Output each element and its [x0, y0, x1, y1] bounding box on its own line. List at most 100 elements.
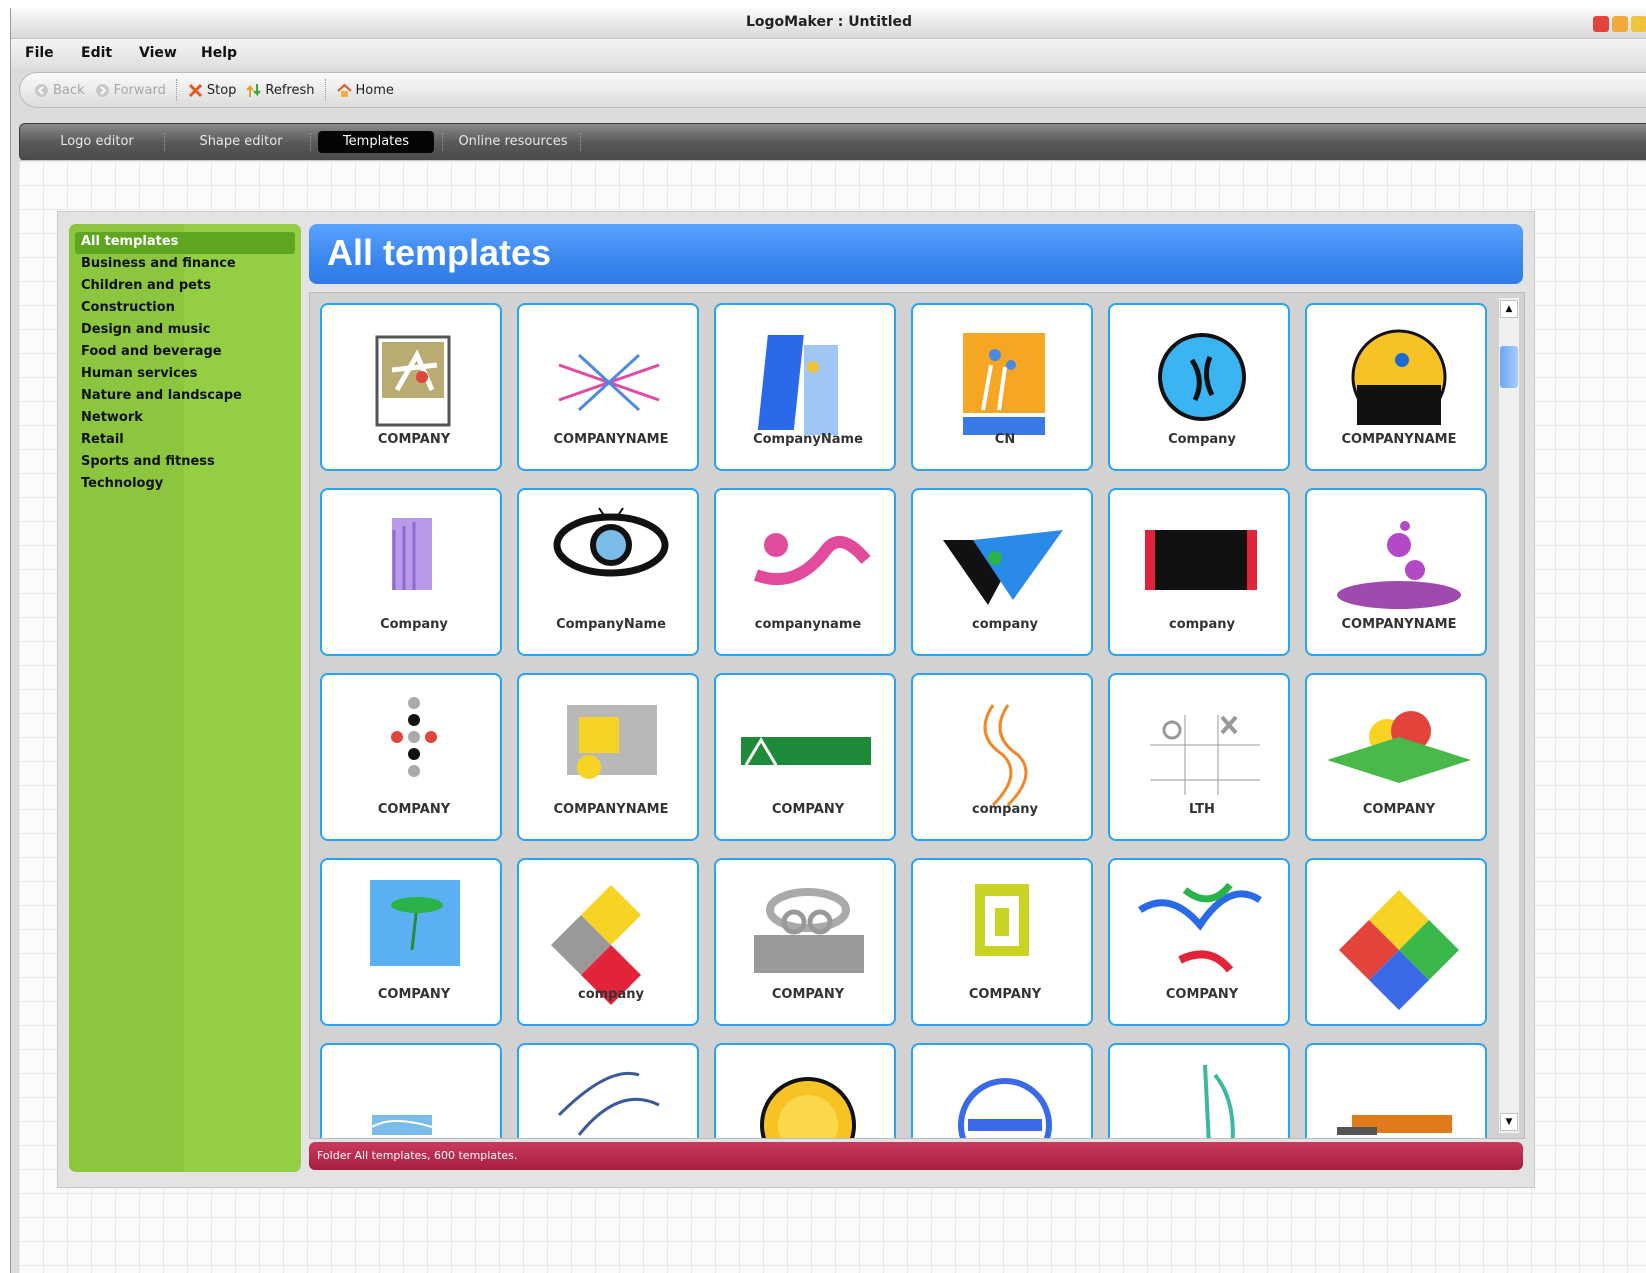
minimize-window-button[interactable] — [1612, 16, 1628, 32]
toolbar-separator — [324, 79, 327, 101]
forward-label: Forward — [113, 82, 166, 98]
template-company-text: CN — [995, 432, 1015, 447]
window-controls — [1593, 16, 1646, 32]
forward-button[interactable]: Forward — [95, 83, 166, 98]
dot-cross-logo: COMPANY — [378, 697, 451, 817]
template-thumbnail[interactable]: CompanyName — [714, 303, 896, 471]
template-thumbnail[interactable]: company — [517, 858, 699, 1026]
orange-tag-logo: CompanyName — [1337, 1115, 1452, 1135]
scroll-up-arrow-icon[interactable]: ▲ — [1500, 300, 1518, 318]
refresh-arrows-icon — [246, 83, 262, 98]
sidebar-item-technology[interactable]: Technology — [75, 474, 295, 496]
template-thumbnail[interactable]: company — [911, 673, 1093, 841]
template-thumbnail[interactable]: COMPANYNAME — [1305, 303, 1487, 471]
tab-separator — [442, 133, 443, 151]
fruit-logo: COMPANY — [1327, 711, 1471, 817]
sidebar-item-children-and-pets[interactable]: Children and pets — [75, 276, 295, 298]
template-thumbnail[interactable]: companyname — [714, 488, 896, 656]
forward-arrow-icon — [95, 83, 110, 98]
maximize-window-button[interactable] — [1631, 16, 1646, 32]
refresh-button[interactable]: Refresh — [246, 83, 315, 98]
template-thumbnail[interactable]: LTH — [1108, 673, 1290, 841]
template-company-text: Company — [380, 617, 448, 632]
template-thumbnail[interactable]: COMPANYNAME — [517, 303, 699, 471]
template-thumbnail[interactable]: company — [911, 488, 1093, 656]
runner-logo: COMPANYNAME — [557, 1071, 660, 1136]
scrollbar-thumb[interactable] — [1500, 346, 1518, 388]
template-thumbnail[interactable] — [1305, 858, 1487, 1026]
sidebar-item-food-and-beverage[interactable]: Food and beverage — [75, 342, 295, 364]
template-grid: COMPANY COMPANYNAME CompanyName CN Company CO… — [309, 292, 1525, 1139]
template-thumbnail[interactable]: Company — [320, 488, 502, 656]
sidebar-item-business-and-finance[interactable]: Business and finance — [75, 254, 295, 276]
template-thumbnail[interactable]: COMPANY — [320, 673, 502, 841]
template-thumbnail[interactable]: COMPANYNAME — [517, 1043, 699, 1138]
template-company-text: COMPANY — [772, 987, 845, 1002]
template-thumbnail[interactable]: COMPANYNAME — [517, 673, 699, 841]
tab-logo-editor[interactable]: Logo editor — [42, 131, 152, 153]
template-thumbnail[interactable]: CompanyName — [517, 488, 699, 656]
template-company-text: company — [972, 802, 1039, 817]
color-squares-logo — [1339, 890, 1459, 1010]
gallery-heading: All templates — [327, 232, 552, 273]
template-grid-scrollbar[interactable]: ▲ ▼ — [1498, 298, 1519, 1133]
template-thumbnail[interactable]: COMPANY — [714, 673, 896, 841]
sidebar-item-all-templates[interactable]: All templates — [75, 232, 295, 254]
back-button[interactable]: Back — [34, 83, 85, 98]
template-thumbnail[interactable]: COMPANY — [911, 858, 1093, 1026]
app-window: LogoMaker : Untitled File Edit View Help… — [10, 8, 1646, 1273]
home-label: Home — [355, 82, 394, 98]
template-thumbnail[interactable] — [714, 1043, 896, 1138]
template-thumbnail[interactable]: CompanyName — [1305, 1043, 1487, 1138]
stamp-logo: COMPANY — [958, 1078, 1052, 1138]
menu-bar: File Edit View Help — [11, 39, 1646, 68]
scribble-logo: COMPANY — [1138, 882, 1262, 1002]
blue-circle-logo: Company — [1158, 333, 1246, 447]
stop-button[interactable]: Stop — [188, 83, 236, 98]
sidebar-item-design-and-music[interactable]: Design and music — [75, 320, 295, 342]
template-company-text: COMPANYNAME — [1342, 432, 1457, 447]
sidebar-item-sports-and-fitness[interactable]: Sports and fitness — [75, 452, 295, 474]
template-thumbnail[interactable]: company — [1108, 488, 1290, 656]
template-thumbnail[interactable]: COMPANY — [320, 303, 502, 471]
template-thumbnail[interactable]: COMPANY — [320, 1043, 502, 1138]
menu-view[interactable]: View — [139, 45, 177, 61]
tab-shape-editor[interactable]: Shape editor — [176, 131, 306, 153]
status-text: Folder All templates, 600 templates. — [317, 1149, 518, 1162]
template-thumbnail[interactable]: COMPANY — [320, 858, 502, 1026]
tab-online-resources[interactable]: Online resources — [448, 131, 578, 153]
template-thumbnail[interactable]: Company — [1108, 303, 1290, 471]
template-company-text: COMPANY — [1363, 802, 1436, 817]
tab-templates[interactable]: Templates — [318, 131, 434, 153]
home-button[interactable]: Home — [336, 82, 394, 98]
purple-bubbles-logo: COMPANYNAME — [1337, 521, 1461, 632]
template-thumbnail[interactable]: COMPANY — [1108, 858, 1290, 1026]
menu-file[interactable]: File — [25, 45, 54, 61]
sidebar-item-nature-and-landscape[interactable]: Nature and landscape — [75, 386, 295, 408]
template-thumbnail[interactable]: CN — [911, 303, 1093, 471]
sidebar-item-human-services[interactable]: Human services — [75, 364, 295, 386]
template-thumbnail[interactable]: COMPANY — [1305, 673, 1487, 841]
close-window-button[interactable] — [1593, 16, 1609, 32]
template-thumbnail[interactable]: COMPANYNAME — [1305, 488, 1487, 656]
menu-edit[interactable]: Edit — [81, 45, 112, 61]
template-thumbnail[interactable]: COMPANYNAME — [1108, 1043, 1290, 1138]
tab-separator — [310, 133, 311, 151]
yellow-circle-logo: COMPANYNAME — [1342, 329, 1457, 447]
template-thumbnail[interactable]: COMPANY — [714, 858, 896, 1026]
menu-help[interactable]: Help — [201, 45, 237, 61]
orange-cn-logo: CN — [963, 333, 1045, 447]
sidebar-item-construction[interactable]: Construction — [75, 298, 295, 320]
sidebar-item-retail[interactable]: Retail — [75, 430, 295, 452]
tab-separator — [164, 133, 165, 151]
star-wordmark-logo: COMPANYNAME — [554, 353, 668, 447]
category-sidebar: All templates Business and finance Child… — [69, 224, 301, 1172]
scroll-down-arrow-icon[interactable]: ▼ — [1500, 1113, 1518, 1131]
sidebar-item-network[interactable]: Network — [75, 408, 295, 430]
stop-icon — [188, 83, 203, 98]
template-thumbnail[interactable]: COMPANY — [911, 1043, 1093, 1138]
template-company-text: COMPANY — [378, 987, 451, 1002]
sun-logo — [760, 1077, 856, 1138]
wave-logo: COMPANY — [371, 1115, 433, 1135]
back-arrow-icon — [34, 83, 49, 98]
